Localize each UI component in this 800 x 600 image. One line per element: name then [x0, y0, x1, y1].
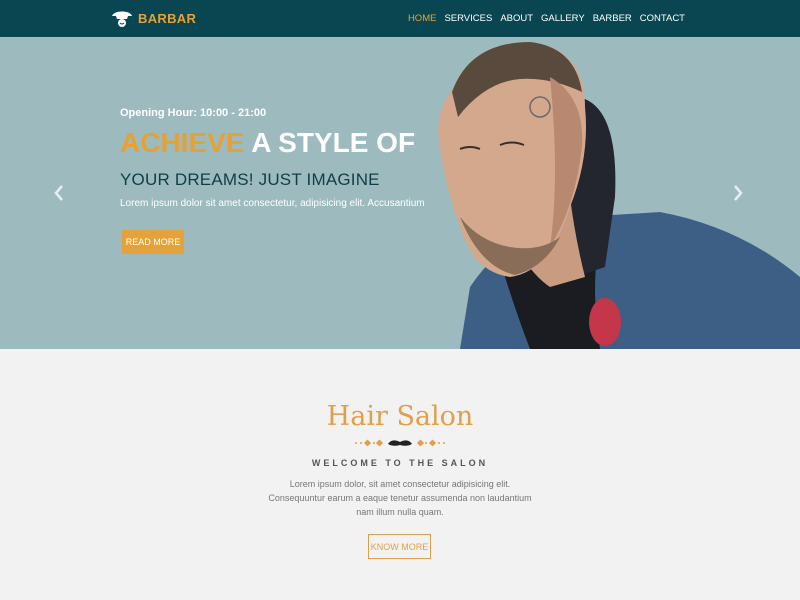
hero-headline-rest: A STYLE OF	[244, 127, 416, 158]
chevron-left-icon[interactable]	[52, 183, 66, 203]
nav-item-gallery[interactable]: GALLERY	[541, 13, 585, 24]
read-more-button[interactable]: READ MORE	[122, 230, 184, 254]
know-more-button[interactable]: KNOW MORE	[368, 534, 431, 559]
section-description: Lorem ipsum dolor, sit amet consectetur …	[268, 479, 532, 517]
hero-headline-accent: ACHIEVE	[120, 127, 245, 158]
mustache-icon	[355, 439, 445, 447]
brand-name: BARBAR	[138, 10, 197, 26]
hero-slider: Opening Hour: 10:00 - 21:00 ACHIEVE A ST…	[0, 37, 800, 349]
barber-logo-icon	[112, 11, 132, 27]
section-title: Hair Salon	[326, 401, 474, 432]
nav-item-barber[interactable]: BARBER	[593, 13, 632, 24]
nav-item-services[interactable]: SERVICES	[444, 13, 492, 24]
opening-hours: Opening Hour: 10:00 - 21:00	[120, 107, 267, 119]
chevron-right-icon[interactable]	[731, 183, 745, 203]
nav-item-about[interactable]: ABOUT	[500, 13, 533, 24]
hero-subheadline: YOUR DREAMS! JUST IMAGINE	[120, 170, 380, 189]
nav-item-contact[interactable]: CONTACT	[640, 13, 685, 24]
salon-section: Hair Salon WELCOME TO THE SALON Lorem ip…	[0, 349, 800, 600]
top-navbar: BARBAR HOME SERVICES ABOUT GALLERY BARBE…	[0, 0, 800, 37]
nav-item-home[interactable]: HOME	[408, 13, 437, 24]
nav-menu: HOME SERVICES ABOUT GALLERY BARBER CONTA…	[408, 0, 685, 37]
hero-headline: ACHIEVE A STYLE OF	[120, 127, 415, 159]
hero-description: Lorem ipsum dolor sit amet consectetur, …	[120, 198, 425, 209]
brand-logo[interactable]: BARBAR	[110, 7, 196, 29]
section-subtitle: WELCOME TO THE SALON	[311, 458, 489, 468]
